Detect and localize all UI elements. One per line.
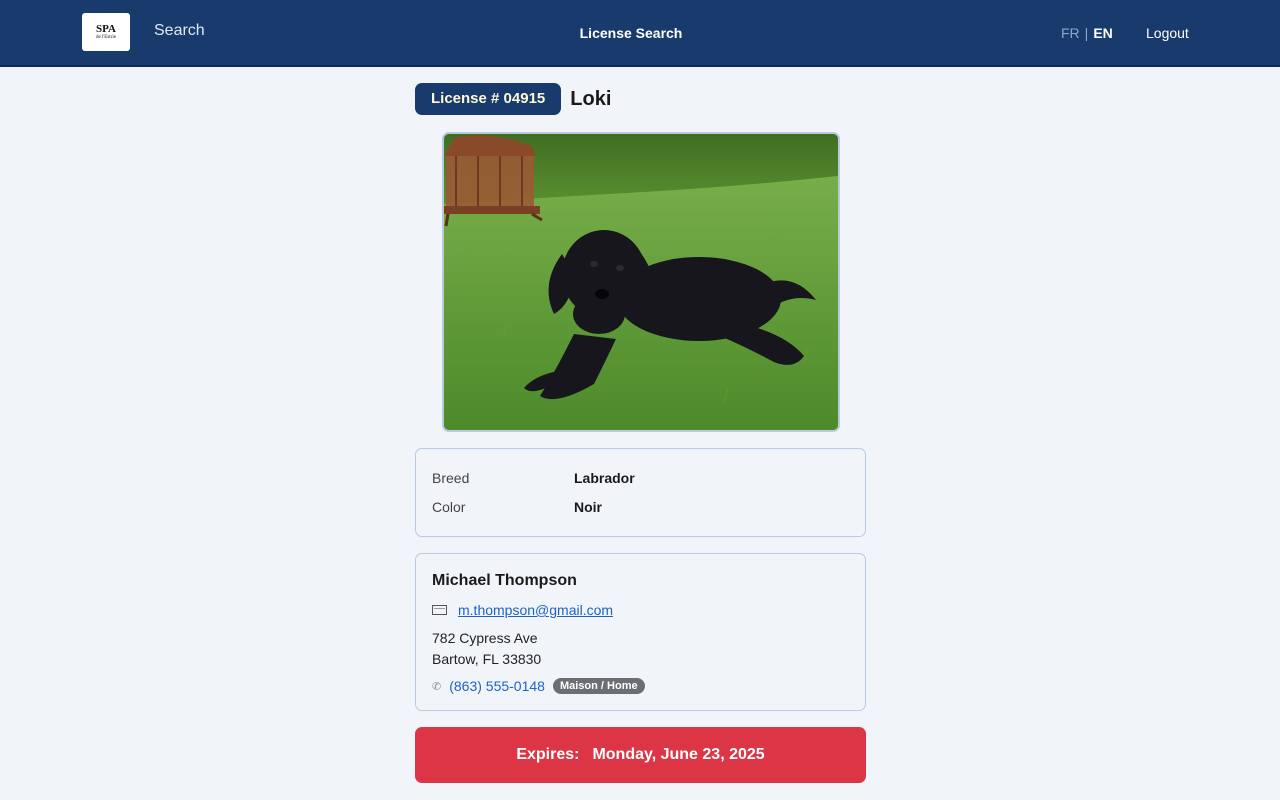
email-line: m.thompson@gmail.com (432, 602, 849, 618)
expiry-label: Expires: (516, 746, 580, 763)
logout-link[interactable]: Logout (1146, 25, 1189, 41)
lang-fr-link[interactable]: FR (1061, 25, 1080, 41)
color-value: Noir (574, 498, 602, 515)
dog-info-card: Breed Labrador Color Noir (415, 448, 866, 537)
address-line-1: 782 Cypress Ave (432, 630, 538, 646)
phone-type-badge: Maison / Home (552, 678, 645, 694)
breed-label: Breed (432, 469, 470, 486)
color-row: Color Noir (432, 492, 849, 521)
breed-row: Breed Labrador (432, 463, 849, 492)
owner-name: Michael Thompson (432, 572, 577, 589)
color-label: Color (432, 498, 466, 515)
breed-value: Labrador (574, 469, 635, 486)
expiry-date: Monday, June 23, 2025 (592, 746, 765, 763)
phone-icon: ✆ (432, 680, 442, 693)
license-details: License # 04915 Loki Breed Labrador Colo… (415, 83, 866, 783)
phone-line: ✆ (863) 555-0148 Maison / Home (432, 678, 849, 694)
address-line-2: Bartow, FL 33830 (432, 651, 542, 667)
top-navbar: SPA de l'Estrie Search License Search FR… (0, 0, 1280, 67)
owner-card: Michael Thompson m.thompson@gmail.com 78… (415, 553, 866, 711)
owner-phone-link[interactable]: (863) 555-0148 (449, 678, 545, 694)
lang-en-link[interactable]: EN (1093, 25, 1112, 41)
lang-separator: | (1084, 25, 1089, 41)
envelope-icon (432, 605, 447, 615)
dog-photo (442, 132, 840, 432)
expiry-banner: Expires: Monday, June 23, 2025 (415, 727, 866, 783)
language-switcher: FR | EN (1061, 25, 1113, 41)
owner-email-link[interactable]: m.thompson@gmail.com (458, 602, 613, 618)
dog-name: Loki (570, 87, 612, 110)
owner-address: 782 Cypress Ave Bartow, FL 33830 (432, 628, 849, 670)
license-number-badge: License # 04915 (415, 83, 562, 115)
license-header: License # 04915 Loki (415, 83, 866, 115)
